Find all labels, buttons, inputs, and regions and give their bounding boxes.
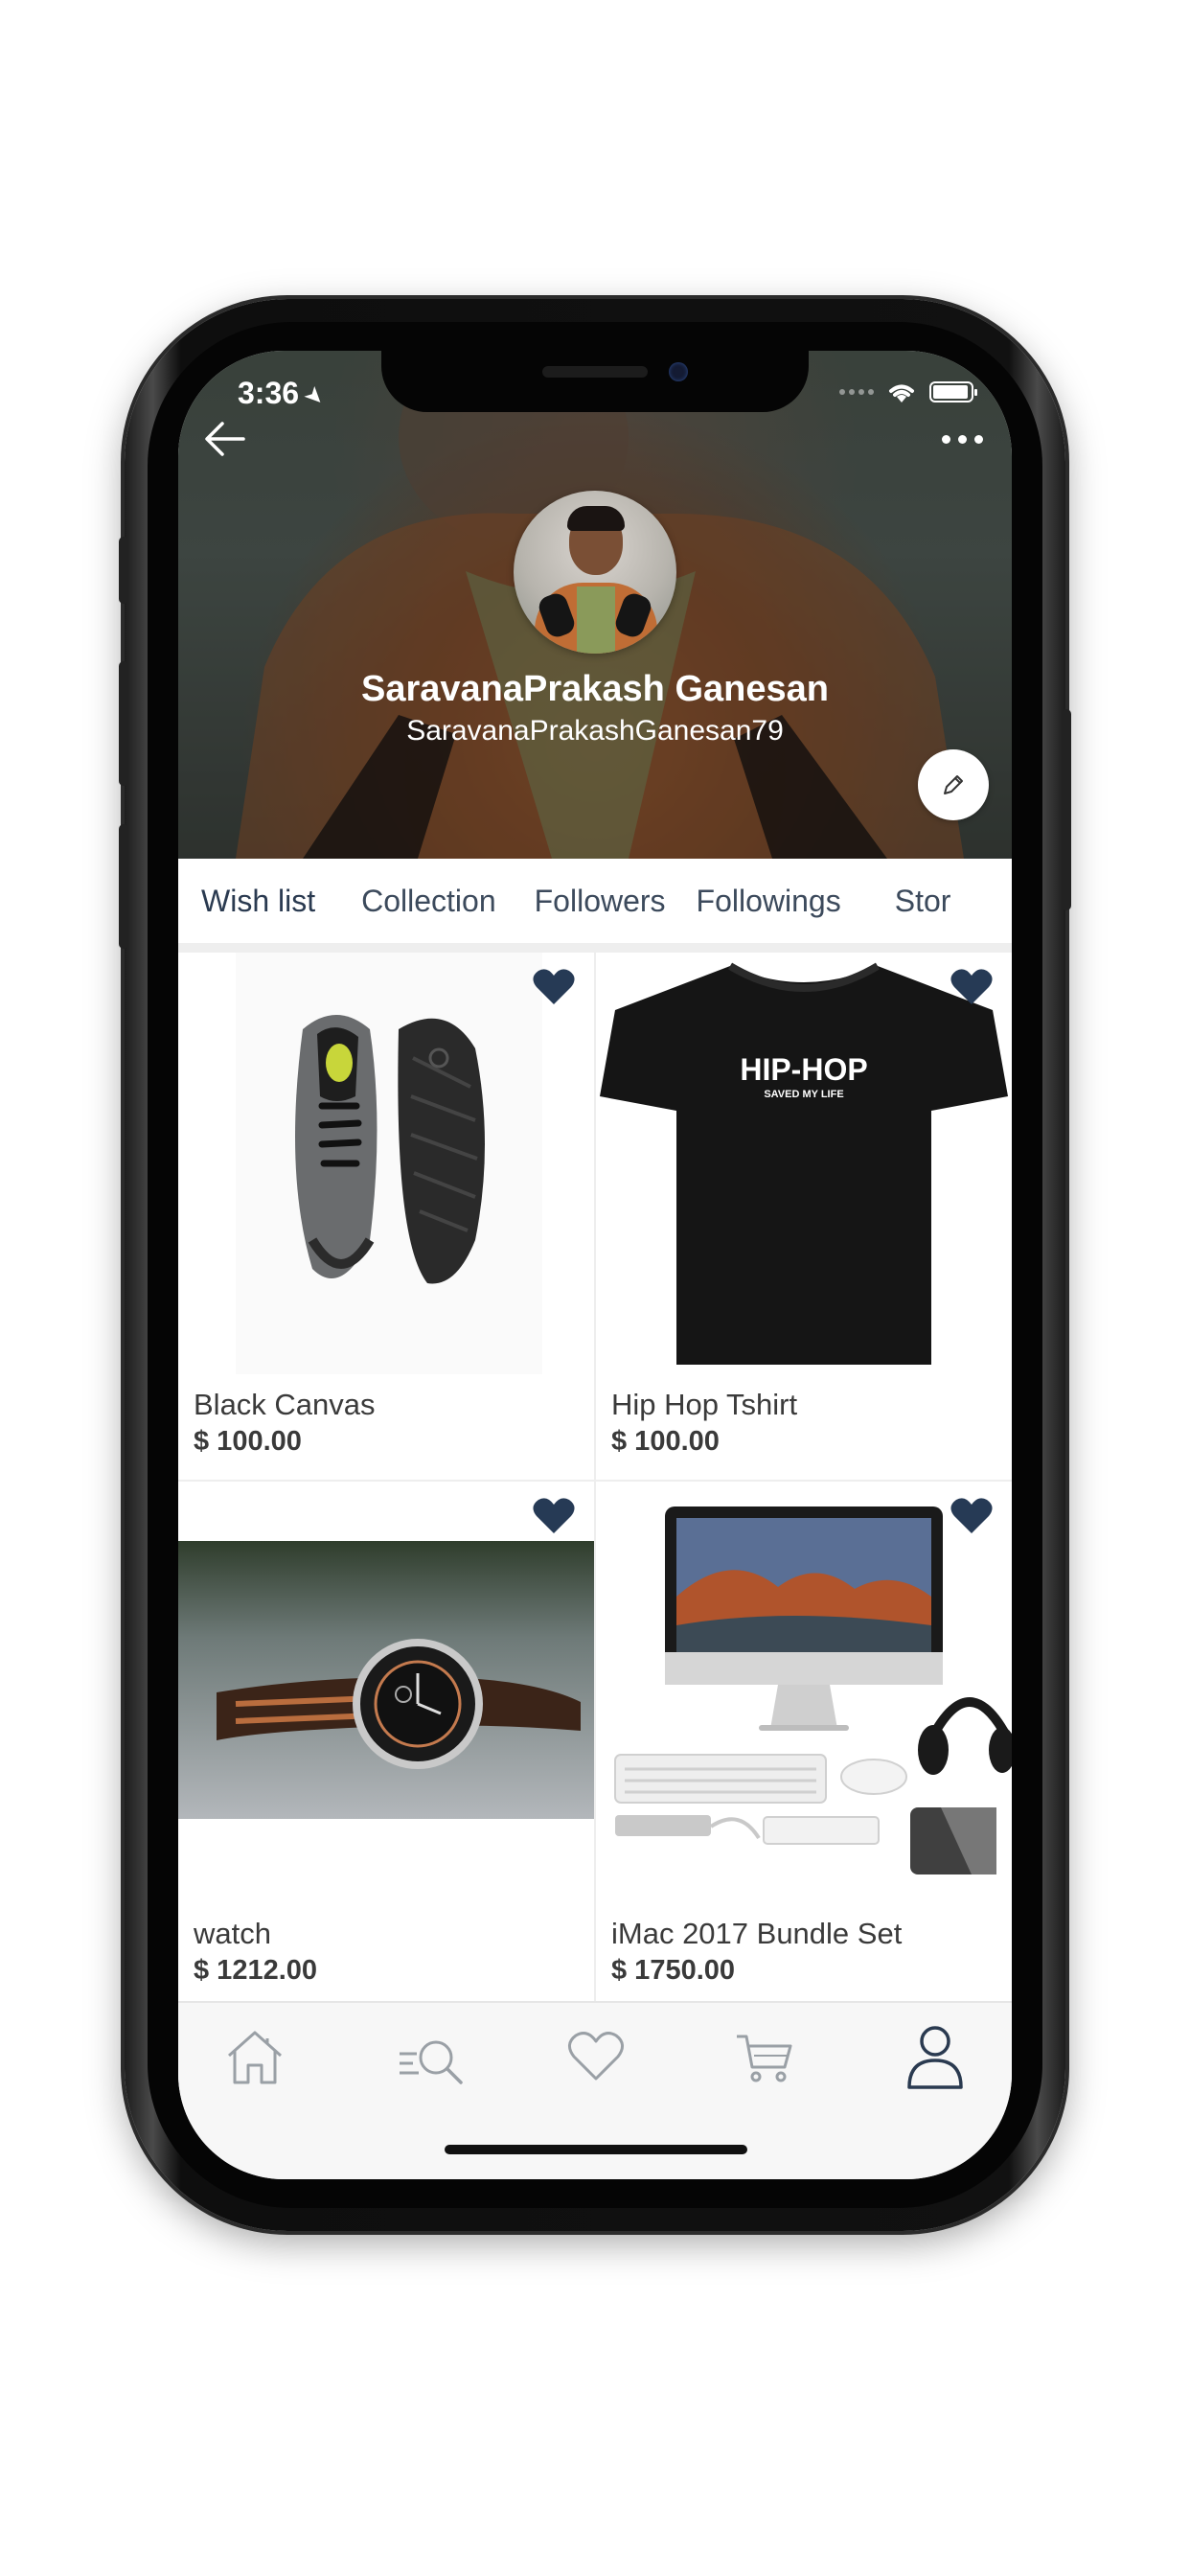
- more-dot: [941, 434, 950, 444]
- heart-icon: [568, 2032, 624, 2081]
- profile-tabs: Wish list Collection Followers Following…: [178, 859, 1012, 943]
- product-image: HIP-HOP SAVED MY LIFE: [596, 953, 1012, 1374]
- battery-icon: [929, 381, 977, 402]
- speaker: [542, 366, 648, 378]
- tab-profile[interactable]: [897, 2018, 973, 2095]
- home-indicator[interactable]: [445, 2145, 747, 2154]
- product-name: watch: [194, 1917, 271, 1950]
- volume-up-button: [119, 661, 128, 786]
- tab-cart[interactable]: [726, 2018, 803, 2095]
- status-time-text: 3:36: [238, 376, 300, 410]
- product-image: [596, 1482, 1012, 1903]
- tab-store[interactable]: Stor: [895, 884, 951, 919]
- favorite-heart-icon[interactable]: [531, 966, 577, 1008]
- back-arrow-icon: [205, 422, 245, 456]
- product-image: [178, 1482, 594, 1903]
- favorite-heart-icon[interactable]: [949, 1495, 995, 1537]
- wifi-icon: [889, 384, 914, 402]
- bottom-tab-bar: [178, 2001, 1012, 2179]
- profile-username: SaravanaPrakashGanesan79: [406, 715, 784, 747]
- tab-collection[interactable]: Collection: [361, 884, 496, 919]
- tab-wish-list[interactable]: Wish list: [201, 884, 315, 919]
- tshirt-print-title: HIP-HOP: [740, 1052, 868, 1087]
- search-list-icon: [400, 2040, 463, 2084]
- back-button[interactable]: [199, 412, 253, 466]
- product-name: Hip Hop Tshirt: [611, 1388, 798, 1421]
- product-card[interactable]: HIP-HOP SAVED MY LIFE Hip Hop Tshirt $ 1…: [596, 953, 1012, 1482]
- product-price: $ 100.00: [194, 1426, 302, 1457]
- tabs-divider: [178, 943, 1012, 953]
- status-icons: [839, 380, 977, 404]
- product-name: Black Canvas: [194, 1388, 376, 1421]
- tab-home[interactable]: [217, 2018, 293, 2095]
- mute-switch: [119, 537, 128, 604]
- home-icon: [228, 2031, 282, 2084]
- product-price: $ 1212.00: [194, 1955, 318, 1986]
- front-camera: [669, 362, 688, 381]
- cart-icon: [737, 2035, 792, 2082]
- tab-followings[interactable]: Followings: [697, 884, 841, 919]
- favorite-heart-icon[interactable]: [949, 966, 995, 1008]
- status-time: 3:36➤: [238, 376, 331, 412]
- product-image: [178, 953, 594, 1374]
- product-price: $ 100.00: [611, 1426, 720, 1457]
- product-card[interactable]: watch $ 1212.00: [178, 1482, 596, 2001]
- tab-followers[interactable]: Followers: [535, 884, 666, 919]
- tab-search[interactable]: [393, 2018, 469, 2095]
- profile-icon: [907, 2026, 963, 2089]
- edit-profile-button[interactable]: [918, 749, 989, 820]
- more-dot: [957, 434, 967, 444]
- profile-name: SaravanaPrakash Ganesan: [361, 669, 829, 709]
- product-card[interactable]: iMac 2017 Bundle Set $ 1750.00: [596, 1482, 1012, 2001]
- avatar[interactable]: [514, 491, 676, 654]
- tab-wishlist[interactable]: [558, 2018, 634, 2095]
- pencil-icon: [944, 775, 963, 794]
- notch: [381, 351, 809, 412]
- product-price: $ 1750.00: [611, 1955, 736, 1986]
- phone-screen: 3:36➤ SaravanaPrakash Ganesan SaravanaPr…: [178, 351, 1012, 2179]
- power-button: [1062, 709, 1071, 910]
- volume-down-button: [119, 824, 128, 949]
- product-card[interactable]: Black Canvas $ 100.00: [178, 953, 596, 1482]
- more-dot: [973, 434, 983, 444]
- more-options-button[interactable]: [933, 416, 991, 462]
- favorite-heart-icon[interactable]: [531, 1495, 577, 1537]
- wishlist-grid: Black Canvas $ 100.00 HIP-HOP SAVED MY L…: [178, 953, 1012, 2001]
- signal-icon: [839, 389, 874, 395]
- tshirt-print-subtitle: SAVED MY LIFE: [764, 1089, 844, 1100]
- product-name: iMac 2017 Bundle Set: [611, 1917, 903, 1950]
